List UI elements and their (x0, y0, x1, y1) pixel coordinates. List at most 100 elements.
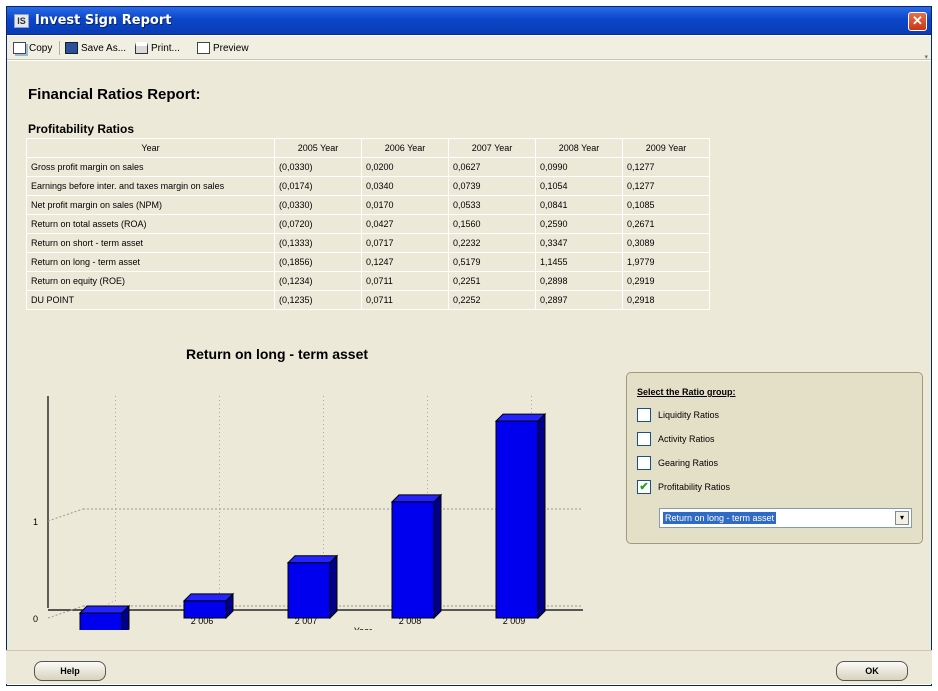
table-header-row: Year 2005 Year 2006 Year 2007 Year 2008 … (26, 138, 710, 158)
column-header: 2008 Year (535, 138, 623, 158)
chevron-down-icon[interactable]: ▾ (895, 511, 909, 525)
table-row: Earnings before inter. and taxes margin … (26, 176, 710, 196)
title-bar[interactable]: IS Invest Sign Report ✕ (7, 7, 931, 35)
table-cell: 0,0170 (361, 195, 449, 215)
save-icon (65, 42, 78, 54)
table-cell: 0,2252 (448, 290, 536, 310)
table-cell: 0,0841 (535, 195, 623, 215)
grid-line (47, 605, 84, 619)
checkbox[interactable] (637, 456, 651, 470)
bar-top (286, 555, 339, 564)
table-cell: 0,1277 (622, 176, 710, 196)
table-cell: 0,0533 (448, 195, 536, 215)
option-label: Profitability Ratios (658, 482, 731, 492)
grid-line (47, 508, 84, 522)
table-row: Net profit margin on sales (NPM) (0,0330)… (26, 195, 710, 215)
table-row: Gross profit margin on sales (0,0330) 0,02… (26, 157, 710, 177)
ratio-group-title: Select the Ratio group: (637, 387, 736, 397)
ratios-table: Year 2005 Year 2006 Year 2007 Year 2008 … (26, 138, 710, 310)
table-cell: 0,2251 (448, 271, 536, 291)
table-row: Return on long - term asset (0,1856) 0,124… (26, 252, 710, 272)
preview-label: Preview (213, 42, 249, 54)
column-header: 2005 Year (274, 138, 362, 158)
table-cell: (0,1235) (274, 290, 362, 310)
save-as-label: Save As... (81, 42, 127, 54)
bar-chart: 2 0052 0062 0072 0082 00901Year (33, 396, 583, 630)
column-header: 2009 Year (622, 138, 710, 158)
table-cell: 0,0711 (361, 290, 449, 310)
table-cell: 1,1455 (535, 252, 623, 272)
bar (495, 420, 539, 619)
table-cell: 0,0711 (361, 271, 449, 291)
row-label: Return on long - term asset (26, 252, 275, 272)
option-label: Gearing Ratios (658, 458, 719, 468)
y-tick-label: 1 (33, 517, 38, 527)
report-body: Financial Ratios Report: Profitability R… (6, 54, 932, 644)
help-button[interactable]: Help (34, 661, 106, 681)
x-axis-label: Year (354, 626, 372, 630)
table-cell: (0,1234) (274, 271, 362, 291)
bar-top (494, 413, 547, 422)
table-cell: 0,2671 (622, 214, 710, 234)
table-cell: (0,0174) (274, 176, 362, 196)
print-icon (135, 42, 148, 54)
row-label: Return on short - term asset (26, 233, 275, 253)
table-cell: 0,2918 (622, 290, 710, 310)
print-label: Print... (151, 42, 180, 54)
column-header: Year (26, 138, 275, 158)
table-cell: 0,2232 (448, 233, 536, 253)
option-liquidity-ratios[interactable]: Liquidity Ratios (637, 408, 719, 422)
table-cell: 0,2590 (535, 214, 623, 234)
selected-ratio: Return on long - term asset (663, 512, 777, 524)
table-cell: 0,2898 (535, 271, 623, 291)
table-cell: 0,1560 (448, 214, 536, 234)
table-cell: 0,2919 (622, 271, 710, 291)
bar-top (78, 605, 131, 614)
copy-icon (13, 42, 26, 54)
ratio-select-dropdown[interactable]: Return on long - term asset ▾ (659, 508, 912, 528)
option-gearing-ratios[interactable]: Gearing Ratios (637, 456, 718, 470)
table-cell: 0,3347 (535, 233, 623, 253)
ratio-group-selector: Select the Ratio group: Liquidity Ratios… (626, 372, 923, 544)
bar-top (182, 593, 235, 602)
checkbox[interactable] (637, 408, 651, 422)
row-label: Return on total assets (ROA) (26, 214, 275, 234)
table-cell: (0,1856) (274, 252, 362, 272)
table-row: DU POINT (0,1235) 0,0711 0,2252 0,2897 0,2918 (26, 290, 710, 310)
section-title: Profitability Ratios (28, 122, 135, 136)
report-title: Financial Ratios Report: (28, 86, 201, 103)
table-cell: 0,1277 (622, 157, 710, 177)
bar (183, 600, 227, 619)
copy-label: Copy (29, 42, 53, 54)
row-label: Net profit margin on sales (NPM) (26, 195, 275, 215)
table-row: Return on short - term asset (0,1333) 0,07… (26, 233, 710, 253)
toolbar-separator (59, 41, 60, 55)
chart-title: Return on long - term asset (186, 346, 369, 362)
option-profitability-ratios[interactable]: ✔ Profitability Ratios (637, 480, 730, 494)
table-cell: 1,9779 (622, 252, 710, 272)
close-button[interactable]: ✕ (908, 12, 927, 31)
bar-top (390, 494, 443, 503)
table-cell: 0,0627 (448, 157, 536, 177)
option-activity-ratios[interactable]: Activity Ratios (637, 432, 715, 446)
table-cell: 0,0200 (361, 157, 449, 177)
checkbox-checked[interactable]: ✔ (637, 480, 651, 494)
table-cell: 0,0717 (361, 233, 449, 253)
ok-button[interactable]: OK (836, 661, 908, 681)
bottom-bar: Help OK (6, 650, 932, 684)
checkbox[interactable] (637, 432, 651, 446)
bar-side (433, 493, 442, 620)
table-row: Return on total assets (ROA) (0,0720) 0,04… (26, 214, 710, 234)
option-label: Liquidity Ratios (658, 410, 720, 420)
row-label: Earnings before inter. and taxes margin … (26, 176, 275, 196)
table-cell: 0,3089 (622, 233, 710, 253)
bar (79, 612, 123, 630)
table-cell: 0,0990 (535, 157, 623, 177)
table-cell: 0,0739 (448, 176, 536, 196)
row-label: Gross profit margin on sales (26, 157, 275, 177)
bar (287, 562, 331, 619)
table-cell: (0,0330) (274, 157, 362, 177)
table-cell: 0,5179 (448, 252, 536, 272)
table-cell: (0,1333) (274, 233, 362, 253)
column-header: 2007 Year (448, 138, 536, 158)
